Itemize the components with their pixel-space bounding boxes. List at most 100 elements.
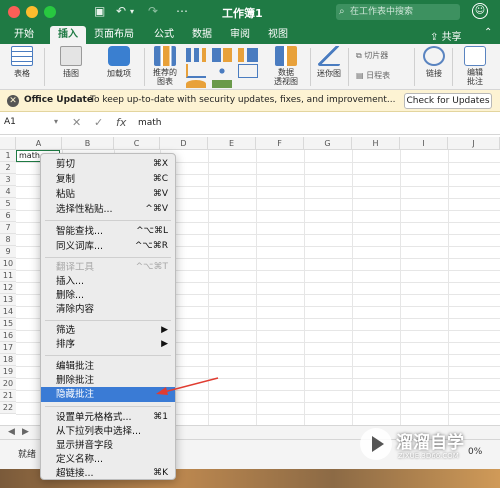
menu-item-thesaurus[interactable]: 同义词库... ^⌥⌘R [41,239,175,254]
insert-function-icon[interactable]: fx [116,116,126,129]
menu-item-format-cells[interactable]: 设置单元格格式... ⌘1 [41,410,175,425]
recommended-charts-button[interactable]: 推荐的 图表 [150,46,180,86]
row-header[interactable]: 19 [0,366,16,378]
row-header[interactable]: 5 [0,198,16,210]
menu-item-sort[interactable]: 排序 ▶ [41,337,175,352]
account-icon[interactable]: ☺ [472,3,488,19]
row-header[interactable]: 15 [0,318,16,330]
menu-item-label: 筛选 [56,325,76,336]
menu-item-cut[interactable]: 剪切 ⌘X [41,157,175,172]
column-header[interactable]: E [208,137,256,150]
row-header[interactable]: 4 [0,186,16,198]
row-header[interactable]: 18 [0,354,16,366]
tab-insert[interactable]: 插入 [50,26,86,44]
menu-item-filter[interactable]: 筛选 ▶ [41,323,175,338]
menu-item-define-name[interactable]: 定义名称... [41,452,175,467]
stock-chart-icon[interactable] [238,64,258,78]
row-header[interactable]: 17 [0,342,16,354]
menu-item-paste-special[interactable]: 选择性粘贴... ^⌘V [41,202,175,217]
menu-item-delete[interactable]: 删除... [41,288,175,303]
menu-item-clear-contents[interactable]: 清除内容 [41,302,175,317]
addins-button[interactable]: 加载项 [100,46,138,79]
row-header[interactable]: 14 [0,306,16,318]
row-header[interactable]: 3 [0,174,16,186]
collapse-ribbon-icon[interactable]: ⌃ [484,27,492,38]
menu-item-show-phonetic[interactable]: 显示拼音字段 [41,438,175,453]
previous-sheet-icon[interactable]: ◀ [8,427,15,437]
bar-chart-icon[interactable] [212,48,232,62]
name-box[interactable]: A1 [4,117,54,127]
column-header[interactable]: D [160,137,208,150]
column-chart-icon[interactable] [186,48,206,62]
menu-item-edit-comment[interactable]: 编辑批注 [41,359,175,374]
menu-item-pick-from-list[interactable]: 从下拉列表中选择... [41,424,175,439]
minimize-window-button[interactable] [26,6,38,18]
row-header[interactable]: 2 [0,162,16,174]
tab-view[interactable]: 视图 [260,26,296,44]
close-update-icon[interactable]: ✕ [7,95,19,107]
formula-input[interactable]: math [138,118,162,128]
link-button[interactable]: 链接 [420,46,448,79]
row-header[interactable]: 22 [0,402,16,414]
row-header[interactable]: 8 [0,234,16,246]
column-header[interactable]: C [114,137,160,150]
more-commands-icon[interactable]: ⋯ [176,4,188,18]
row-header[interactable]: 11 [0,270,16,282]
tab-page-layout[interactable]: 页面布局 [86,26,142,44]
illustrations-button[interactable]: 插图 [54,46,88,79]
undo-icon[interactable]: ↶ [116,4,126,18]
undo-dropdown-icon[interactable]: ▾ [130,7,134,16]
tab-review[interactable]: 审阅 [222,26,258,44]
row-header[interactable]: 7 [0,222,16,234]
enter-icon[interactable]: ✓ [94,116,103,129]
save-icon[interactable]: ▣ [94,4,105,18]
name-box-dropdown-icon[interactable]: ▾ [54,117,58,126]
redo-icon[interactable]: ↷ [148,4,158,18]
select-all-corner[interactable] [0,137,16,150]
row-header[interactable]: 20 [0,378,16,390]
area-chart-icon[interactable] [212,80,232,88]
table-button[interactable]: 表格 [8,46,36,79]
row-header[interactable]: 1 [0,150,16,162]
column-header[interactable]: B [62,137,114,150]
search-input[interactable]: ⌕ 在工作表中搜索 [336,4,460,20]
column-header[interactable]: H [352,137,400,150]
column-header[interactable]: I [400,137,448,150]
zoom-window-button[interactable] [44,6,56,18]
next-sheet-icon[interactable]: ▶ [22,427,29,437]
scatter-chart-icon[interactable] [212,64,232,78]
menu-item-smart-lookup[interactable]: 智能查找... ^⌥⌘L [41,224,175,239]
slicer-button[interactable]: ⧉ 切片器 [356,50,388,61]
share-button[interactable]: ⇪ 共享 [430,28,462,43]
menu-item-paste[interactable]: 粘贴 ⌘V [41,187,175,202]
close-window-button[interactable] [8,6,20,18]
column-header[interactable]: G [304,137,352,150]
menu-item-hyperlink[interactable]: 超链接... ⌘K [41,466,175,481]
pie-chart-icon[interactable] [186,80,206,88]
check-for-updates-button[interactable]: Check for Updates [404,93,492,109]
timeline-icon: ▤ [356,71,367,80]
column-header[interactable]: A [16,137,62,150]
row-header[interactable]: 13 [0,294,16,306]
menu-item-insert[interactable]: 插入... [41,274,175,289]
row-header[interactable]: 9 [0,246,16,258]
row-header[interactable]: 21 [0,390,16,402]
row-header[interactable]: 12 [0,282,16,294]
menu-item-copy[interactable]: 复制 ⌘C [41,172,175,187]
recommended-charts-label-1: 推荐的 [153,68,177,77]
pivot-chart-button[interactable]: 数据 透视图 [268,46,304,86]
row-header[interactable]: 6 [0,210,16,222]
column-header[interactable]: F [256,137,304,150]
row-header[interactable]: 16 [0,330,16,342]
line-chart-icon[interactable] [186,64,206,78]
tab-home[interactable]: 开始 [6,26,42,44]
waterfall-chart-icon[interactable] [238,48,258,62]
edit-comment-button[interactable]: 编辑 批注 [460,46,490,86]
row-header[interactable]: 10 [0,258,16,270]
column-header[interactable]: J [448,137,500,150]
sparklines-button[interactable]: 迷你图 [314,46,344,79]
timeline-button[interactable]: ▤ 日程表 [356,70,390,81]
tab-formulas[interactable]: 公式 [146,26,182,44]
tab-data[interactable]: 数据 [184,26,220,44]
cancel-icon[interactable]: ✕ [72,116,81,129]
